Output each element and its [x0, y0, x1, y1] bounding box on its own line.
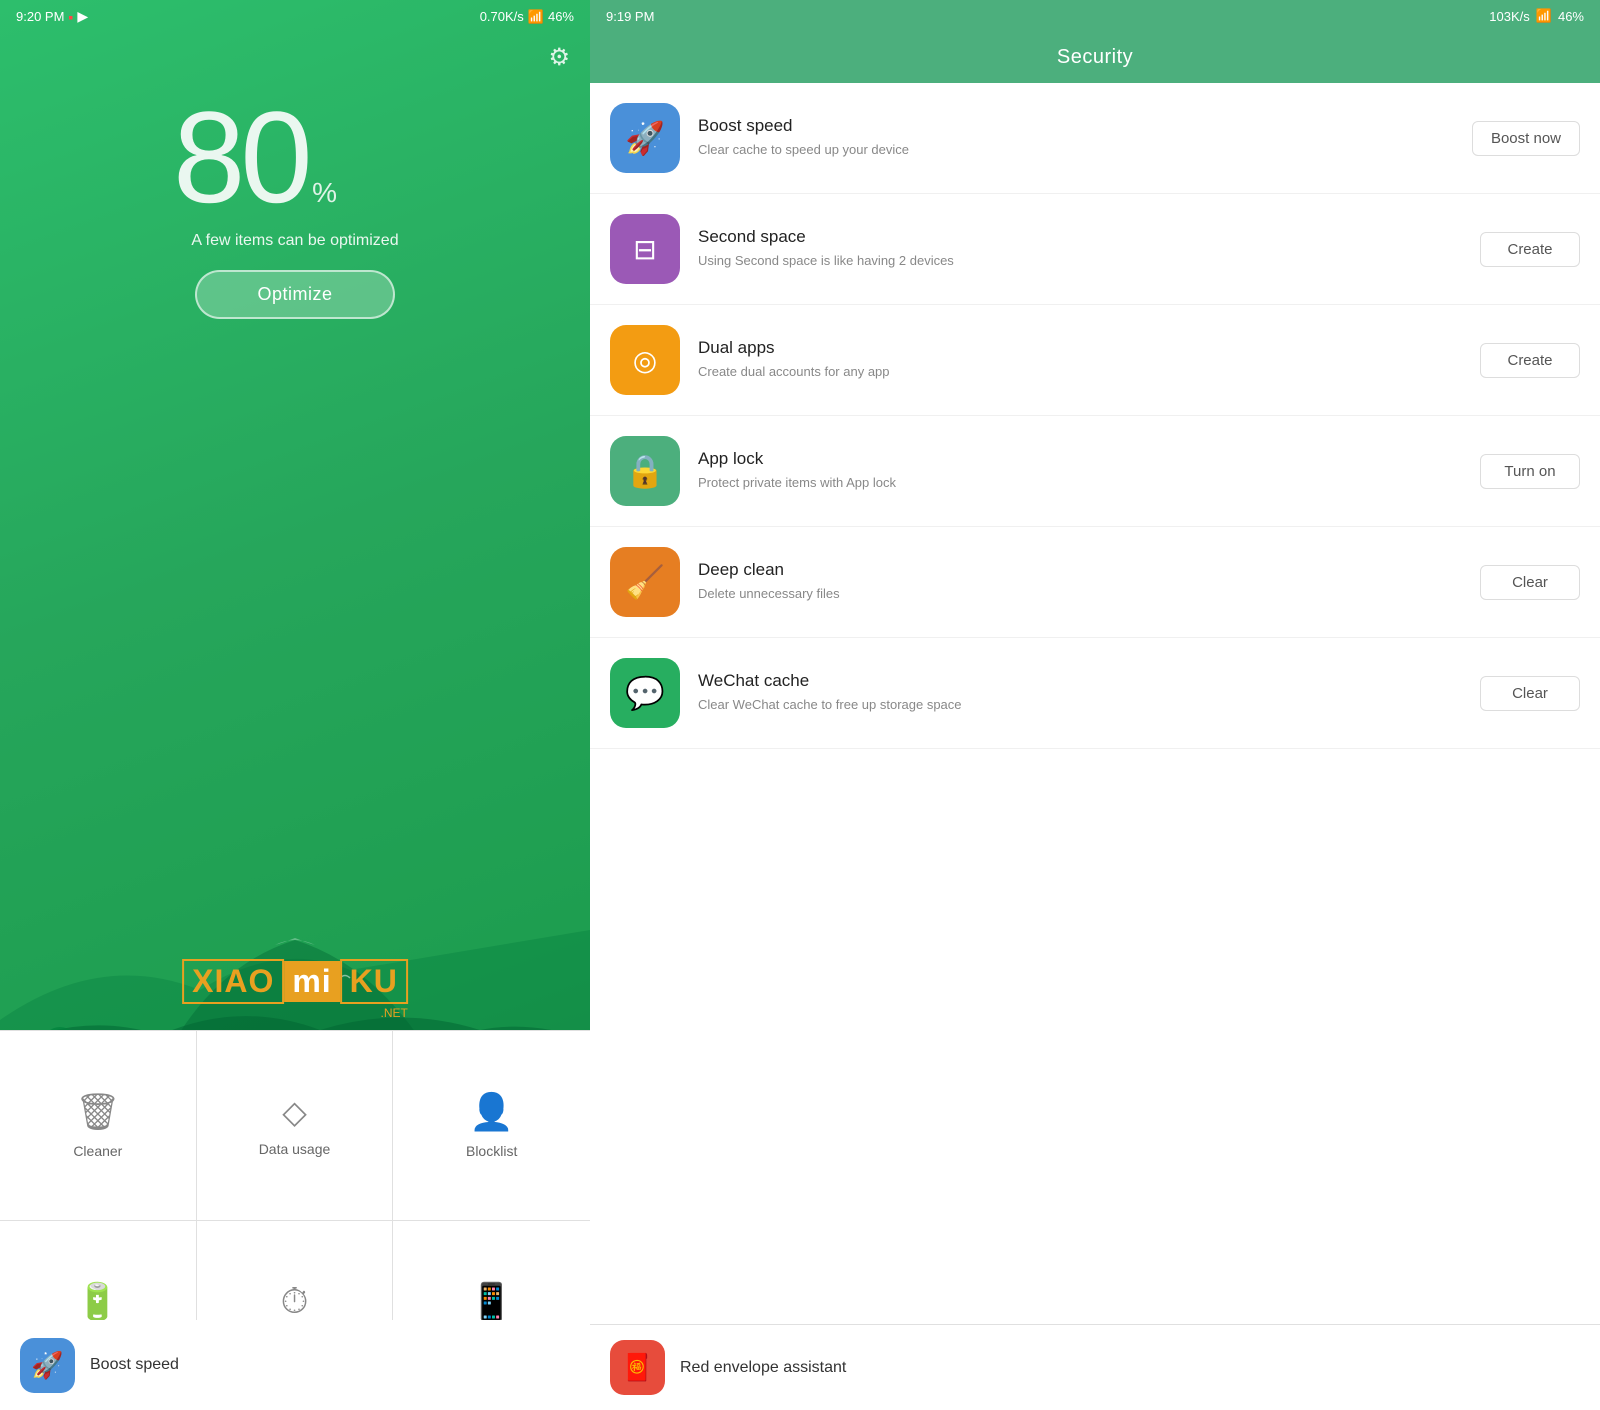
security-list: 🚀 Boost speed Clear cache to speed up yo…	[590, 83, 1600, 1324]
deep-clean-desc: Delete unnecessary files	[698, 585, 1462, 603]
security-scan-icon: ⏱	[280, 1280, 308, 1323]
settings-icon-wrap: ⚙	[0, 33, 590, 72]
watermark-text: XIAO mi KU	[182, 959, 408, 1004]
watermark: XIAO mi KU .NET	[182, 959, 408, 1020]
dual-apps-text: Dual apps Create dual accounts for any a…	[698, 338, 1462, 381]
network-right: 103K/s	[1489, 9, 1529, 24]
wifi-icon-right: 📶	[1536, 8, 1552, 24]
wechat-title: WeChat cache	[698, 671, 1462, 691]
blocklist-icon: 👤	[469, 1091, 514, 1133]
wm-xiao: XIAO	[182, 959, 284, 1004]
score-label: A few items can be optimized	[191, 232, 398, 250]
status-bar-left: 9:20 PM ▪ ▶ 0.70K/s 📶 46%	[0, 0, 590, 33]
second-space-title: Second space	[698, 227, 1462, 247]
battery-left: 46%	[548, 9, 574, 24]
list-item-wechat-cache: 💬 WeChat cache Clear WeChat cache to fre…	[590, 638, 1600, 749]
time-left: 9:20 PM	[16, 9, 64, 24]
app-lock-text: App lock Protect private items with App …	[698, 449, 1462, 492]
second-space-icon: ⊟	[633, 233, 656, 266]
dual-apps-desc: Create dual accounts for any app	[698, 363, 1462, 381]
dual-apps-icon: ◎	[633, 344, 657, 377]
wm-ku: KU	[340, 959, 408, 1004]
clear-deep-clean-button[interactable]: Clear	[1480, 565, 1580, 600]
wechat-desc: Clear WeChat cache to free up storage sp…	[698, 696, 1462, 714]
app-lock-icon-wrap: 🔒	[610, 436, 680, 506]
security-header: Security	[590, 32, 1600, 83]
bottom-teaser-right: 🧧 Red envelope assistant	[590, 1324, 1600, 1410]
deep-clean-icon: 🧹	[625, 563, 665, 601]
second-space-icon-wrap: ⊟	[610, 214, 680, 284]
blocklist-label: Blocklist	[466, 1143, 517, 1159]
teaser-boost-label-left: Boost speed	[90, 1356, 179, 1374]
boost-speed-desc: Clear cache to speed up your device	[698, 141, 1454, 159]
clear-wechat-button[interactable]: Clear	[1480, 676, 1580, 711]
deep-clean-title: Deep clean	[698, 560, 1462, 580]
right-panel: 9:19 PM 103K/s 📶 46% Security 🚀 Boost sp…	[590, 0, 1600, 1410]
score-percent: %	[312, 177, 337, 208]
create-dual-apps-button[interactable]: Create	[1480, 343, 1580, 378]
status-left-info: 9:20 PM ▪ ▶	[16, 8, 88, 25]
wm-net: .NET	[182, 1006, 408, 1020]
cleaner-label: Cleaner	[73, 1143, 122, 1159]
score-area: 80 % A few items can be optimized Optimi…	[0, 72, 590, 329]
settings-icon[interactable]: ⚙	[548, 44, 570, 71]
battery-icon: 🔋	[75, 1281, 120, 1323]
grid-item-data-usage[interactable]: ◇ Data usage	[197, 1031, 394, 1221]
grid-item-cleaner[interactable]: 🗑 Cleaner	[0, 1031, 197, 1221]
boost-speed-icon-wrap: 🚀	[610, 103, 680, 173]
create-second-space-button[interactable]: Create	[1480, 232, 1580, 267]
list-item-second-space: ⊟ Second space Using Second space is lik…	[590, 194, 1600, 305]
wechat-icon: 💬	[625, 674, 665, 712]
data-usage-icon: ◇	[282, 1093, 307, 1131]
teaser-red-envelope-label: Red envelope assistant	[680, 1359, 846, 1377]
deep-clean-text: Deep clean Delete unnecessary files	[698, 560, 1462, 603]
boost-speed-icon: 🚀	[625, 119, 665, 157]
dual-apps-title: Dual apps	[698, 338, 1462, 358]
boost-speed-title: Boost speed	[698, 116, 1454, 136]
teaser-red-envelope-icon: 🧧	[610, 1340, 665, 1395]
turn-on-button[interactable]: Turn on	[1480, 454, 1580, 489]
list-item-app-lock: 🔒 App lock Protect private items with Ap…	[590, 416, 1600, 527]
score-number: 80	[173, 84, 308, 230]
optimize-button[interactable]: Optimize	[195, 270, 394, 319]
battery-right: 46%	[1558, 9, 1584, 24]
app-lock-desc: Protect private items with App lock	[698, 474, 1462, 492]
wechat-text: WeChat cache Clear WeChat cache to free …	[698, 671, 1462, 714]
xiaomi-icon-left: ▪	[68, 9, 73, 25]
boost-now-button[interactable]: Boost now	[1472, 121, 1580, 156]
wechat-icon-wrap: 💬	[610, 658, 680, 728]
score-display: 80 %	[173, 92, 417, 222]
second-space-text: Second space Using Second space is like …	[698, 227, 1462, 270]
app-lock-title: App lock	[698, 449, 1462, 469]
network-speed-left: 0.70K/s	[480, 9, 524, 24]
manage-apps-icon: 📱	[469, 1281, 514, 1323]
app-lock-icon: 🔒	[625, 452, 665, 490]
dual-apps-icon-wrap: ◎	[610, 325, 680, 395]
bottom-teaser-left: 🚀 Boost speed	[0, 1320, 590, 1410]
boost-speed-text: Boost speed Clear cache to speed up your…	[698, 116, 1454, 159]
security-title: Security	[1057, 46, 1133, 68]
time-right: 9:19 PM	[606, 9, 654, 24]
data-usage-label: Data usage	[259, 1141, 331, 1157]
second-space-desc: Using Second space is like having 2 devi…	[698, 252, 1462, 270]
status-right-info: 0.70K/s 📶 46%	[480, 9, 574, 25]
wifi-icon-left: 📶	[528, 9, 544, 25]
status-bar-right: 9:19 PM 103K/s 📶 46%	[590, 0, 1600, 32]
cleaner-icon: 🗑	[75, 1091, 121, 1133]
list-item-dual-apps: ◎ Dual apps Create dual accounts for any…	[590, 305, 1600, 416]
grid-item-blocklist[interactable]: 👤 Blocklist	[393, 1031, 590, 1221]
wm-mi: mi	[284, 961, 339, 1002]
play-icon-left: ▶	[77, 8, 88, 25]
deep-clean-icon-wrap: 🧹	[610, 547, 680, 617]
teaser-boost-icon-left: 🚀	[20, 1338, 75, 1393]
list-item-deep-clean: 🧹 Deep clean Delete unnecessary files Cl…	[590, 527, 1600, 638]
list-item-boost-speed: 🚀 Boost speed Clear cache to speed up yo…	[590, 83, 1600, 194]
status-icons-right: 103K/s 📶 46%	[1489, 8, 1584, 24]
left-panel: 9:20 PM ▪ ▶ 0.70K/s 📶 46% ⚙ 80 % A few i…	[0, 0, 590, 1410]
